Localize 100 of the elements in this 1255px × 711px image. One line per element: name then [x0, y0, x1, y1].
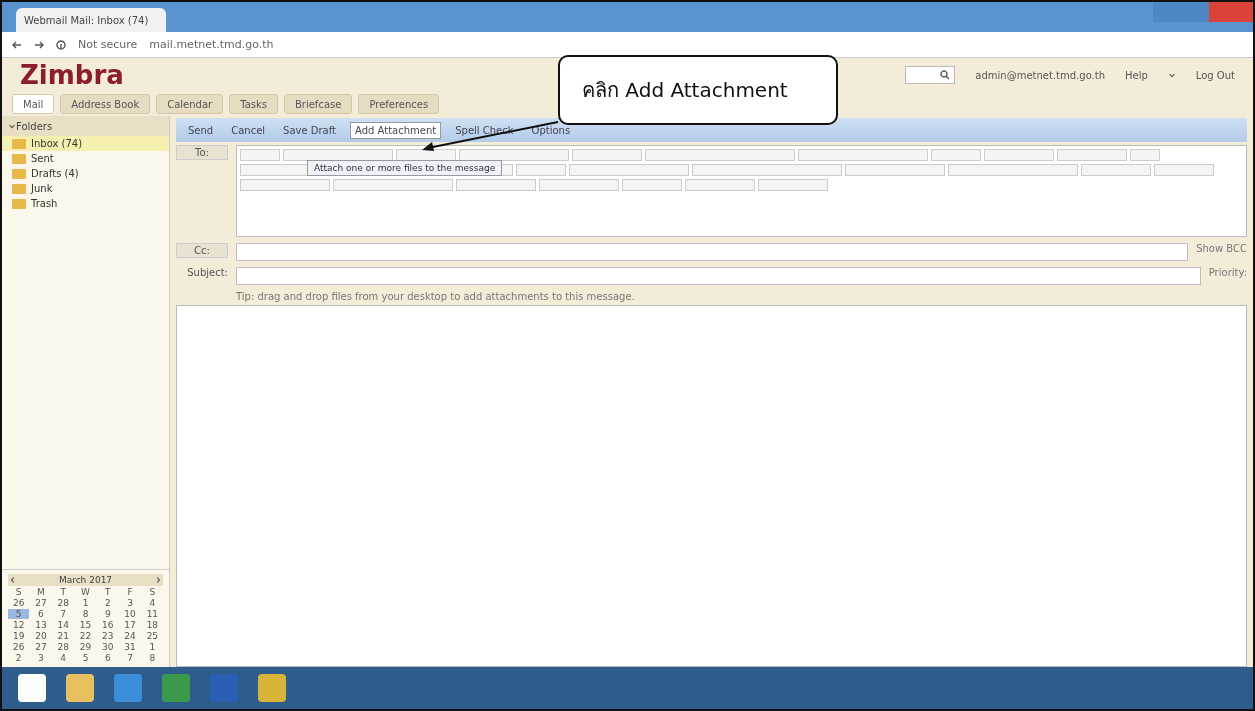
- calendar-day[interactable]: 5: [8, 609, 30, 619]
- browser-tab[interactable]: Webmail Mail: Inbox (74): [16, 8, 166, 32]
- calendar-day[interactable]: 21: [52, 631, 74, 641]
- forward-arrow-icon[interactable]: [34, 39, 44, 50]
- to-field[interactable]: Attach one or more files to the message: [236, 145, 1247, 237]
- show-bcc-link[interactable]: Show BCC: [1196, 243, 1247, 254]
- calendar-day[interactable]: 17: [119, 620, 141, 630]
- calendar-day[interactable]: 28: [52, 642, 74, 652]
- tooltip: Attach one or more files to the message: [307, 160, 503, 176]
- toolbar-button[interactable]: Save Draft: [279, 122, 340, 138]
- logout-link[interactable]: Log Out: [1195, 69, 1235, 81]
- app-tab[interactable]: Preferences: [358, 94, 440, 114]
- calendar-day[interactable]: 6: [97, 653, 119, 663]
- calendar-day[interactable]: 23: [97, 631, 119, 641]
- callout-note: คลิก Add Attachment: [558, 55, 838, 125]
- next-month-icon[interactable]: [154, 576, 162, 584]
- weekday-label: M: [36, 587, 46, 597]
- caret-icon[interactable]: [1167, 71, 1176, 79]
- folders-heading: Folders: [16, 120, 53, 132]
- back-arrow-icon[interactable]: [12, 39, 22, 50]
- calendar-day[interactable]: 3: [30, 653, 52, 663]
- subject-label: Subject:: [186, 267, 228, 278]
- recipient-chip[interactable]: [283, 149, 393, 161]
- app-tab[interactable]: Briefcase: [283, 94, 353, 114]
- recipient-chip[interactable]: [396, 149, 456, 161]
- minimize-button[interactable]: [1153, 2, 1181, 22]
- weekday-label: T: [104, 587, 112, 597]
- cc-field[interactable]: [236, 243, 1189, 261]
- calendar-day[interactable]: 8: [74, 609, 97, 619]
- calendar-day[interactable]: 20: [30, 631, 52, 641]
- url-text[interactable]: mail.metnet.tmd.go.th: [149, 38, 274, 51]
- calendar-day[interactable]: 22: [74, 631, 97, 641]
- weekday-label: W: [80, 587, 91, 597]
- weekday-label: F: [126, 587, 134, 597]
- toolbar-button[interactable]: Cancel: [227, 122, 270, 138]
- calendar-day[interactable]: 8: [141, 653, 163, 663]
- calendar-day[interactable]: 1: [141, 642, 163, 652]
- toolbar-button[interactable]: Send: [184, 122, 218, 138]
- maximize-button[interactable]: [1181, 2, 1209, 22]
- calendar-day[interactable]: 14: [52, 620, 74, 630]
- search-field[interactable]: [905, 66, 956, 84]
- app-tab[interactable]: Tasks: [229, 94, 278, 114]
- calendar-day[interactable]: 13: [30, 620, 52, 630]
- drag-drop-tip: Tip: drag and drop files from your desktop to add attachments to this message.: [236, 291, 635, 302]
- calendar-day[interactable]: 7: [52, 609, 74, 619]
- help-link[interactable]: Help: [1125, 69, 1148, 81]
- calendar-day[interactable]: 26: [8, 598, 30, 608]
- calendar-day[interactable]: 4: [52, 653, 74, 663]
- caret-icon[interactable]: [8, 122, 16, 130]
- folder-item[interactable]: Drafts (4): [2, 166, 169, 181]
- app-tab[interactable]: Address Book: [60, 94, 151, 114]
- to-button[interactable]: To:: [176, 145, 228, 160]
- calendar-day[interactable]: 6: [30, 609, 52, 619]
- calendar-day[interactable]: 5: [74, 653, 97, 663]
- priority-label: Priority:: [1208, 267, 1247, 278]
- folder-item[interactable]: Inbox (74): [2, 136, 169, 151]
- recipient-chip[interactable]: [459, 149, 569, 161]
- calendar-day[interactable]: 31: [119, 642, 141, 652]
- calendar-day[interactable]: 19: [8, 631, 30, 641]
- calendar-day[interactable]: 12: [8, 620, 30, 630]
- calendar-day[interactable]: 4: [141, 598, 163, 608]
- close-button[interactable]: [1209, 2, 1253, 22]
- calendar-day[interactable]: 26: [8, 642, 30, 652]
- weekday-label: T: [59, 587, 67, 597]
- weekday-label: S: [148, 587, 157, 597]
- calendar-day[interactable]: 1: [74, 598, 97, 608]
- search-icon[interactable]: [940, 70, 951, 80]
- weekday-label: S: [14, 587, 23, 597]
- toolbar-button[interactable]: Add Attachment: [350, 121, 442, 139]
- calendar-day[interactable]: 18: [141, 620, 163, 630]
- zimbra-logo: Zimbra: [20, 60, 124, 90]
- subject-field[interactable]: [236, 267, 1201, 285]
- calendar-day[interactable]: 29: [74, 642, 97, 652]
- user-email: admin@metnet.tmd.go.th: [975, 69, 1105, 81]
- calendar-day[interactable]: 11: [141, 609, 163, 619]
- calendar-day[interactable]: 7: [119, 653, 141, 663]
- info-icon[interactable]: [56, 39, 66, 50]
- calendar-day[interactable]: 2: [97, 598, 119, 608]
- calendar-day[interactable]: 27: [30, 598, 52, 608]
- app-tab[interactable]: Calendar: [156, 94, 224, 114]
- folder-item[interactable]: Sent: [2, 151, 169, 166]
- app-tab[interactable]: Mail: [12, 94, 55, 114]
- calendar-day[interactable]: 15: [74, 620, 97, 630]
- calendar-day[interactable]: 3: [119, 598, 141, 608]
- toolbar-button[interactable]: Options: [527, 122, 575, 138]
- calendar-day[interactable]: 16: [97, 620, 119, 630]
- previous-month-icon[interactable]: [9, 576, 17, 584]
- message-editor[interactable]: [176, 305, 1247, 667]
- folder-item[interactable]: Trash: [2, 196, 169, 211]
- calendar-day[interactable]: 30: [97, 642, 119, 652]
- calendar-day[interactable]: 25: [141, 631, 163, 641]
- cc-button[interactable]: Cc:: [176, 243, 228, 258]
- calendar-day[interactable]: 24: [119, 631, 141, 641]
- folder-item[interactable]: Junk: [2, 181, 169, 196]
- calendar-day[interactable]: 2: [8, 653, 30, 663]
- calendar-day[interactable]: 9: [97, 609, 119, 619]
- calendar-day[interactable]: 27: [30, 642, 52, 652]
- calendar-day[interactable]: 10: [119, 609, 141, 619]
- calendar-day[interactable]: 28: [52, 598, 74, 608]
- security-label: Not secure: [78, 38, 138, 51]
